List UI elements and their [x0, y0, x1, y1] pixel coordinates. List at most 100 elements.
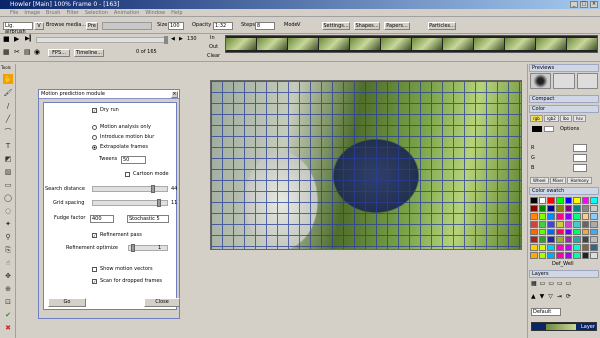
fps-button[interactable]: FPS...: [48, 49, 70, 57]
swatch-cell[interactable]: [590, 220, 598, 228]
menu-item-animation[interactable]: Animation: [114, 9, 140, 16]
search-distance-thumb[interactable]: [151, 185, 156, 193]
stochastic-select[interactable]: Stochastic 5: [127, 215, 169, 223]
settings-button[interactable]: Settings...: [322, 22, 350, 30]
menu-item-filter[interactable]: Filter: [66, 9, 78, 16]
menu-item-window[interactable]: Window: [145, 9, 165, 16]
r-input[interactable]: [573, 144, 587, 152]
swatch-cell[interactable]: [564, 236, 573, 244]
refinement-optimize-thumb[interactable]: [130, 244, 135, 252]
swatch-cell[interactable]: [581, 244, 590, 252]
background-swatch[interactable]: [544, 126, 554, 132]
swatch-cell[interactable]: [555, 204, 564, 212]
swatch-cell[interactable]: [530, 236, 538, 244]
swatch-cell[interactable]: [581, 228, 590, 236]
maximize-button[interactable]: □: [580, 1, 588, 8]
close-window-button[interactable]: ×: [590, 1, 598, 8]
compact-header[interactable]: Compact: [529, 95, 599, 103]
in-button[interactable]: In: [210, 34, 215, 42]
dry-run-checkbox[interactable]: ✓: [92, 108, 97, 113]
swatch-cell[interactable]: [547, 228, 555, 236]
swatch-cell[interactable]: [555, 236, 564, 244]
papers-button[interactable]: Papers...: [384, 22, 410, 30]
browse-media-button[interactable]: Browse media...: [46, 21, 86, 29]
frame-slider-thumb[interactable]: [164, 36, 168, 44]
out-button[interactable]: Out: [209, 43, 218, 51]
swatch-cell[interactable]: [555, 220, 564, 228]
swatch-header[interactable]: Color swatch: [529, 187, 599, 195]
motion-only-radio[interactable]: [92, 125, 97, 130]
grid-spacing-thumb[interactable]: [156, 199, 161, 207]
refinement-pass-checkbox[interactable]: ✓: [92, 233, 97, 238]
menu-item-image[interactable]: Image: [24, 9, 40, 16]
color-tab-hsv[interactable]: hsv: [572, 115, 586, 122]
play-icon[interactable]: ▶: [14, 35, 19, 43]
motion-blur-radio[interactable]: [92, 135, 97, 140]
skip-end-icon[interactable]: ▶▎: [25, 35, 34, 43]
swatch-cell[interactable]: [581, 236, 590, 244]
b-input[interactable]: [573, 164, 587, 172]
pen-icon[interactable]: /: [3, 101, 13, 111]
swatch-cell[interactable]: [538, 228, 547, 236]
swatch-cell[interactable]: [590, 236, 598, 244]
swatch-cell[interactable]: [555, 252, 564, 259]
swatch-cell[interactable]: [530, 197, 538, 204]
cancel-icon[interactable]: ✖: [3, 323, 13, 333]
swatch-cell[interactable]: [564, 220, 573, 228]
previews-header[interactable]: Previews: [529, 64, 599, 72]
eyedropper-icon[interactable]: ⚲: [3, 232, 13, 242]
color-header[interactable]: Color: [529, 105, 599, 113]
color-tab-lbo[interactable]: lbo: [559, 115, 572, 122]
swatch-cell[interactable]: [590, 228, 598, 236]
layers-header[interactable]: Layers: [529, 270, 599, 278]
swatch-cell[interactable]: [547, 212, 555, 220]
color-tab-rgb[interactable]: rgb: [530, 115, 543, 122]
refinement-optimize-slider[interactable]: [128, 244, 168, 252]
filmstrip[interactable]: [225, 35, 598, 53]
swatch-cell[interactable]: [581, 204, 590, 212]
swatch-cell[interactable]: [530, 212, 538, 220]
brush-previews[interactable]: [530, 73, 598, 89]
g-input[interactable]: [573, 154, 587, 162]
rect-select-icon[interactable]: ▭: [3, 180, 13, 190]
frame-step-forward-icon[interactable]: ▶: [179, 35, 183, 43]
brush-select[interactable]: Lig. airbrush: [3, 22, 33, 35]
tweens-input[interactable]: 50: [121, 156, 146, 164]
swatch-cell[interactable]: [530, 244, 538, 252]
film-icon[interactable]: ▤: [24, 48, 31, 56]
layer-tools-row[interactable]: ▦▭▭▭▭: [531, 280, 574, 288]
close-button[interactable]: Close: [144, 298, 180, 307]
opacity-input[interactable]: 1:32: [213, 22, 233, 30]
swatch-cell[interactable]: [564, 197, 573, 204]
curve-icon[interactable]: ⌒: [3, 127, 13, 137]
text-icon[interactable]: T: [3, 141, 13, 151]
crop-icon[interactable]: ⊡: [3, 297, 13, 307]
swatch-cell[interactable]: [555, 212, 564, 220]
steps-input[interactable]: 8: [255, 22, 275, 30]
swatch-cell[interactable]: [547, 236, 555, 244]
swatch-cell[interactable]: [590, 252, 598, 259]
onion-icon[interactable]: ◉: [34, 48, 40, 56]
swatch-cell[interactable]: [538, 244, 547, 252]
swatch-cell[interactable]: [590, 197, 598, 204]
swatch-cell[interactable]: [538, 252, 547, 259]
swatch-cell[interactable]: [581, 252, 590, 259]
frame-slider[interactable]: [36, 37, 166, 43]
dialog-close-icon[interactable]: ×: [171, 91, 178, 98]
wheel-tab-harmony[interactable]: Harmony: [567, 177, 592, 184]
smudge-icon[interactable]: ☝: [3, 258, 13, 268]
particles-button[interactable]: Particles...: [428, 22, 456, 30]
swatch-cell[interactable]: [530, 204, 538, 212]
swatch-cell[interactable]: [590, 204, 598, 212]
search-distance-slider[interactable]: [92, 185, 168, 193]
swatch-cell[interactable]: [547, 204, 555, 212]
swatch-cell[interactable]: [573, 212, 581, 220]
grid-spacing-slider[interactable]: [92, 199, 168, 207]
swatch-cell[interactable]: [547, 244, 555, 252]
brush-icon[interactable]: 🖌: [3, 88, 13, 98]
mode-dropdown[interactable]: V: [297, 21, 300, 29]
image-canvas[interactable]: [210, 80, 522, 250]
swatch-cell[interactable]: [530, 228, 538, 236]
swatch-cell[interactable]: [555, 244, 564, 252]
options-button[interactable]: Options: [560, 125, 579, 133]
